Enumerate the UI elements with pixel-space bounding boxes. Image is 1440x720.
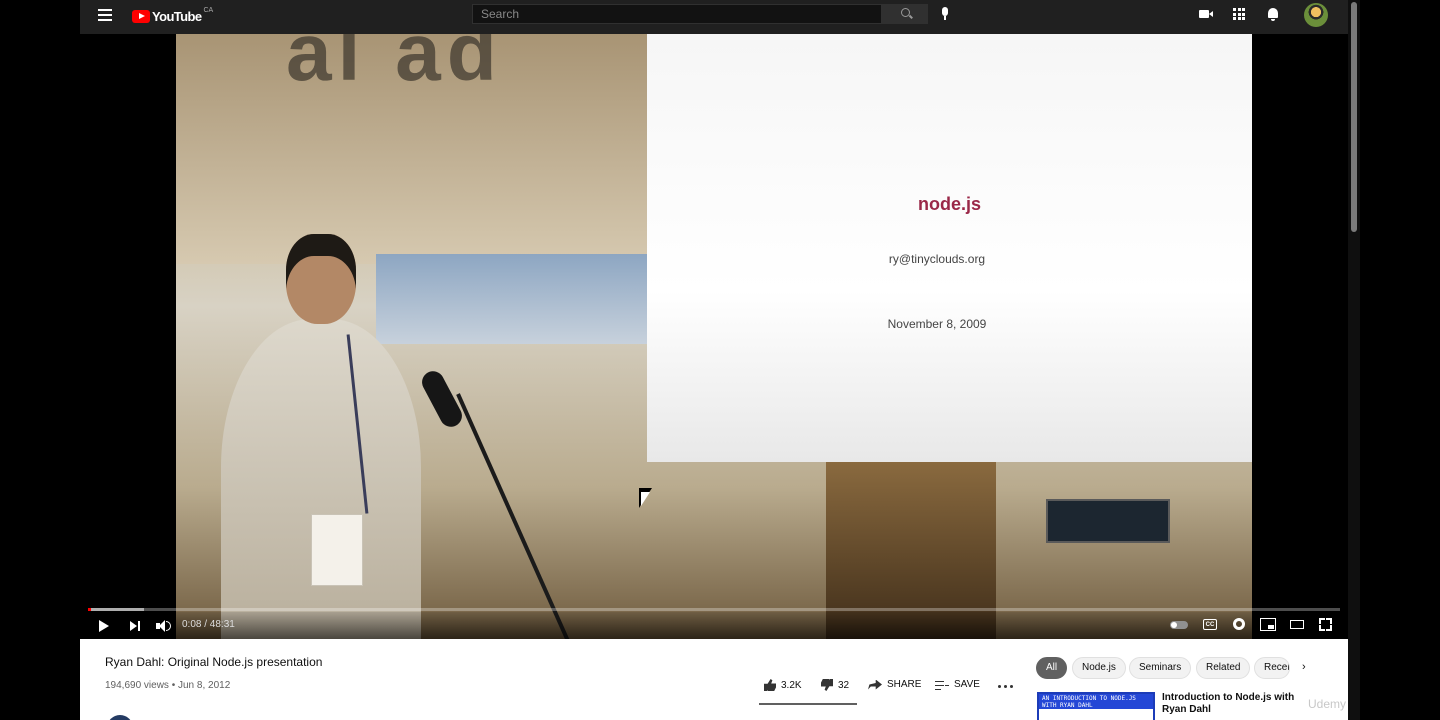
miniplayer-icon[interactable] — [1260, 618, 1276, 631]
video-player[interactable]: al ad node.js ry@tinyclouds.org November… — [80, 34, 1348, 639]
create-video-icon[interactable] — [1199, 10, 1213, 18]
player-controls: 0:08 / 48:31 CC — [80, 612, 1348, 639]
time-display: 0:08 / 48:31 — [182, 619, 235, 630]
region-label: CA — [203, 6, 214, 14]
like-button[interactable]: 3.2K — [764, 679, 802, 691]
play-button[interactable] — [99, 620, 109, 632]
dislike-count: 32 — [838, 679, 850, 691]
projected-slide: node.js ry@tinyclouds.org November 8, 20… — [647, 34, 1252, 462]
chip-seminars[interactable]: Seminars — [1129, 657, 1192, 679]
scrollbar-thumb[interactable] — [1351, 2, 1357, 232]
save-label: SAVE — [954, 679, 980, 690]
next-button[interactable] — [130, 621, 140, 631]
video-frame[interactable]: al ad node.js ry@tinyclouds.org November… — [176, 34, 1252, 639]
like-count: 3.2K — [781, 679, 802, 691]
slide-date: November 8, 2009 — [887, 317, 987, 331]
search-input[interactable]: Search — [472, 4, 882, 24]
video-info: Ryan Dahl: Original Node.js presentation… — [80, 639, 1348, 720]
chip-related[interactable]: Related — [1196, 657, 1251, 679]
presenter-figure — [221, 234, 421, 639]
save-button[interactable]: SAVE — [935, 679, 980, 690]
recommended-video-thumbnail[interactable]: AN INTRODUCTION TO NODE.JS WITH RYAN DAH… — [1037, 692, 1155, 720]
thumbs-down-icon — [821, 679, 833, 691]
chip-recently-uploaded[interactable]: Recently uploaded — [1254, 657, 1290, 679]
microphone-icon[interactable] — [941, 7, 949, 21]
view-count: 194,690 views — [105, 680, 169, 691]
apps-grid-icon[interactable] — [1233, 8, 1245, 20]
video-meta: 194,690 views • Jun 8, 2012 — [105, 680, 231, 691]
slide-title: node.js — [917, 194, 981, 214]
recommended-video-title[interactable]: Introduction to Node.js with Ryan Dahl — [1162, 692, 1302, 716]
search-button[interactable] — [882, 4, 928, 24]
youtube-logo[interactable]: YouTube CA — [132, 7, 213, 25]
page-scrollbar[interactable] — [1348, 0, 1360, 720]
share-button[interactable]: SHARE — [868, 679, 921, 690]
thumbnail-text: AN INTRODUCTION TO NODE.JS WITH RYAN DAH… — [1042, 695, 1136, 709]
share-label: SHARE — [887, 679, 922, 690]
dislike-button[interactable]: 32 — [821, 679, 849, 691]
udemy-watermark: Udemy — [1308, 697, 1347, 711]
volume-icon[interactable] — [156, 620, 172, 632]
background-window — [1046, 499, 1170, 543]
chip-all[interactable]: All — [1036, 657, 1068, 679]
share-icon — [868, 679, 882, 690]
account-avatar[interactable] — [1304, 3, 1328, 27]
top-bar: YouTube CA Search — [80, 0, 1360, 34]
like-ratio-bar — [759, 703, 857, 705]
theater-mode-icon[interactable] — [1290, 620, 1304, 629]
logo-text: YouTube — [152, 8, 202, 24]
fullscreen-icon[interactable] — [1319, 618, 1332, 631]
microphone-stand — [456, 393, 570, 639]
channel-avatar[interactable] — [107, 715, 133, 720]
buffer-bar — [88, 608, 145, 611]
progress-bar[interactable] — [88, 608, 1340, 611]
progress-fill — [88, 608, 92, 611]
more-actions-icon[interactable] — [998, 685, 1013, 688]
upload-date: Jun 8, 2012 — [178, 680, 231, 691]
video-title: Ryan Dahl: Original Node.js presentation — [105, 655, 323, 669]
backdrop-blue-band — [376, 254, 676, 344]
subtitles-icon[interactable]: CC — [1203, 619, 1217, 630]
youtube-window: YouTube CA Search al ad node.js ry@tinyc… — [80, 0, 1360, 720]
youtube-play-icon — [132, 9, 150, 23]
chevron-right-icon[interactable]: › — [1302, 661, 1306, 673]
menu-icon[interactable] — [98, 9, 112, 21]
search-icon — [901, 8, 910, 17]
autoplay-toggle[interactable] — [1170, 621, 1188, 629]
chip-nodejs[interactable]: Node.js — [1072, 657, 1126, 679]
slide-email: ry@tinyclouds.org — [888, 252, 986, 266]
playlist-add-icon — [935, 680, 949, 690]
backdrop-banner: al ad — [176, 34, 656, 264]
notifications-bell-icon[interactable] — [1268, 8, 1278, 21]
settings-gear-icon[interactable] — [1233, 618, 1245, 630]
thumbs-up-icon — [764, 679, 776, 691]
